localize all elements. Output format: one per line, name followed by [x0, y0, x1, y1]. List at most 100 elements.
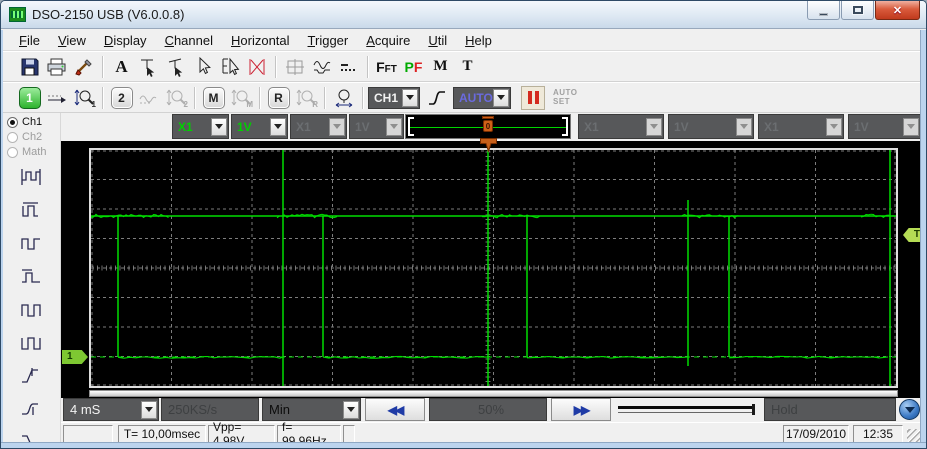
label-tool-button[interactable]: T [454, 54, 481, 80]
menu-bar: File View Display Channel Horizontal Trigger A… [2, 30, 925, 51]
menu-channel[interactable]: Channel [156, 31, 222, 50]
math-button[interactable]: M [200, 85, 227, 111]
chevron-down-icon[interactable] [903, 117, 919, 136]
fall-time-icon[interactable] [19, 397, 43, 424]
ch-left-scale-select-1[interactable]: 1V [231, 114, 288, 139]
ch-left-scale-select-0[interactable]: X1 [172, 114, 229, 139]
ch-right-scale-select-3[interactable]: 1V [848, 114, 921, 139]
channel-radio-ch1[interactable]: Ch1 [7, 116, 60, 128]
channel-toolbar: 1 1 2 2 M M R R CH1 AUTO AUTO SET [2, 82, 925, 113]
chevron-down-icon[interactable] [826, 117, 842, 136]
timebase-select[interactable]: 4 mS [63, 398, 159, 421]
ref-button-label: R [267, 86, 290, 109]
clear-cursors-button[interactable] [243, 54, 270, 80]
ref-zoom-button[interactable]: R [292, 85, 319, 111]
horizontal-scrollbar[interactable] [89, 390, 898, 397]
compact-view-button[interactable] [899, 399, 920, 420]
square-wave-icon[interactable] [19, 298, 43, 325]
period-measure-icon[interactable] [19, 166, 43, 193]
chevron-down-icon[interactable] [211, 117, 227, 136]
trigger-source-select[interactable]: CH1 [368, 86, 420, 109]
text-tool-button[interactable]: A [108, 54, 135, 80]
menu-view[interactable]: View [49, 31, 95, 50]
ch2-waveform-button[interactable] [135, 85, 162, 111]
duty-cycle-icon[interactable] [19, 232, 43, 259]
rise-time-icon[interactable] [19, 364, 43, 391]
horizontal-zoom-button[interactable] [330, 85, 357, 111]
pause-button[interactable] [521, 85, 545, 110]
pass-fail-button[interactable]: PF [400, 54, 427, 80]
chevron-down-icon[interactable] [402, 88, 418, 107]
radio-icon[interactable] [7, 116, 18, 128]
cursor-arrow-button[interactable] [189, 54, 216, 80]
pulse-width-icon[interactable] [19, 199, 43, 226]
title-bar[interactable]: DSO-2150 USB (V6.0.0.8) ✕ [1, 1, 926, 29]
autoset-button[interactable]: AUTO SET [553, 88, 578, 107]
chevron-down-icon[interactable] [329, 117, 345, 136]
menu-help[interactable]: Help [456, 31, 501, 50]
cursor-slope-button[interactable] [162, 54, 189, 80]
close-button[interactable]: ✕ [875, 1, 920, 20]
menu-util[interactable]: Util [419, 31, 456, 50]
ch-right-scale-select-1[interactable]: 1V [668, 114, 754, 139]
minimize-button[interactable] [807, 1, 840, 20]
chevron-down-icon[interactable] [646, 117, 662, 136]
scale-value: X1 [584, 119, 599, 134]
ch1-button[interactable]: 1 [16, 85, 43, 111]
menu-horizontal[interactable]: Horizontal [222, 31, 299, 50]
save-button[interactable] [16, 54, 43, 80]
options-button[interactable] [70, 54, 97, 80]
menu-trigger[interactable]: Trigger [299, 31, 358, 50]
resize-grip[interactable] [907, 429, 920, 442]
print-button[interactable] [43, 54, 70, 80]
ch2-zoom-button[interactable]: 2 [162, 85, 189, 111]
maximize-button[interactable] [841, 1, 874, 20]
waveform-display-button[interactable] [308, 54, 335, 80]
measure-button[interactable]: M [427, 54, 454, 80]
ch-left-scale-select-2[interactable]: X1 [290, 114, 347, 139]
menu-acquire[interactable]: Acquire [357, 31, 419, 50]
menu-display[interactable]: Display [95, 31, 156, 50]
pulse-measure-icon[interactable] [19, 265, 43, 292]
trigger-slope-button[interactable] [423, 85, 450, 111]
tools-icon [74, 58, 92, 76]
ch1-level-marker[interactable]: 1 [62, 350, 88, 364]
trigger-mode-select[interactable]: AUTO [453, 86, 511, 109]
chevron-down-icon[interactable] [270, 117, 286, 136]
radio-icon[interactable] [7, 146, 18, 158]
position-slider[interactable] [618, 398, 758, 421]
ch1-position-button[interactable] [43, 85, 70, 111]
channel-radio-ch2: Ch2 [7, 131, 60, 143]
chevron-down-icon[interactable] [493, 88, 509, 107]
ch-left-scale-select-3[interactable]: 1V [349, 114, 404, 139]
preview-right-bracket [562, 117, 568, 136]
ch1-zoom-button[interactable]: 1 [70, 85, 97, 111]
dotted-line-button[interactable] [335, 54, 362, 80]
ch-right-scale-select-0[interactable]: X1 [578, 114, 664, 139]
scroll-right-button[interactable]: ▶▶ [551, 398, 611, 421]
trigger-position-handle[interactable]: 0 [481, 116, 495, 132]
grid-toggle-button[interactable] [281, 54, 308, 80]
fft-button[interactable]: FFT [373, 54, 400, 80]
scroll-left-button[interactable]: ◀◀ [365, 398, 425, 421]
cursor-vertical-button[interactable] [216, 54, 243, 80]
chevron-down-icon[interactable] [386, 117, 402, 136]
chevron-down-icon[interactable] [343, 400, 359, 419]
dotted-line-icon [340, 63, 355, 71]
interpolation-select[interactable]: Min [262, 398, 361, 421]
position-percent-readout: 50% [429, 398, 547, 421]
ch-right-scale-select-2[interactable]: X1 [758, 114, 844, 139]
cursor-horizontal-button[interactable] [135, 54, 162, 80]
chevron-down-icon[interactable] [736, 117, 752, 136]
slider-thumb[interactable] [752, 404, 755, 415]
menu-file[interactable]: File [10, 31, 49, 50]
math-zoom-button[interactable]: M [227, 85, 254, 111]
square-wave-alt-icon[interactable] [19, 331, 43, 358]
chevron-down-icon[interactable] [141, 400, 157, 419]
scale-value: 1V [854, 119, 869, 134]
trigger-position-marker[interactable] [480, 138, 497, 154]
radio-icon[interactable] [7, 131, 18, 143]
ch2-button[interactable]: 2 [108, 85, 135, 111]
ref-button[interactable]: R [265, 85, 292, 111]
horizontal-preview[interactable]: 0 [405, 114, 571, 139]
